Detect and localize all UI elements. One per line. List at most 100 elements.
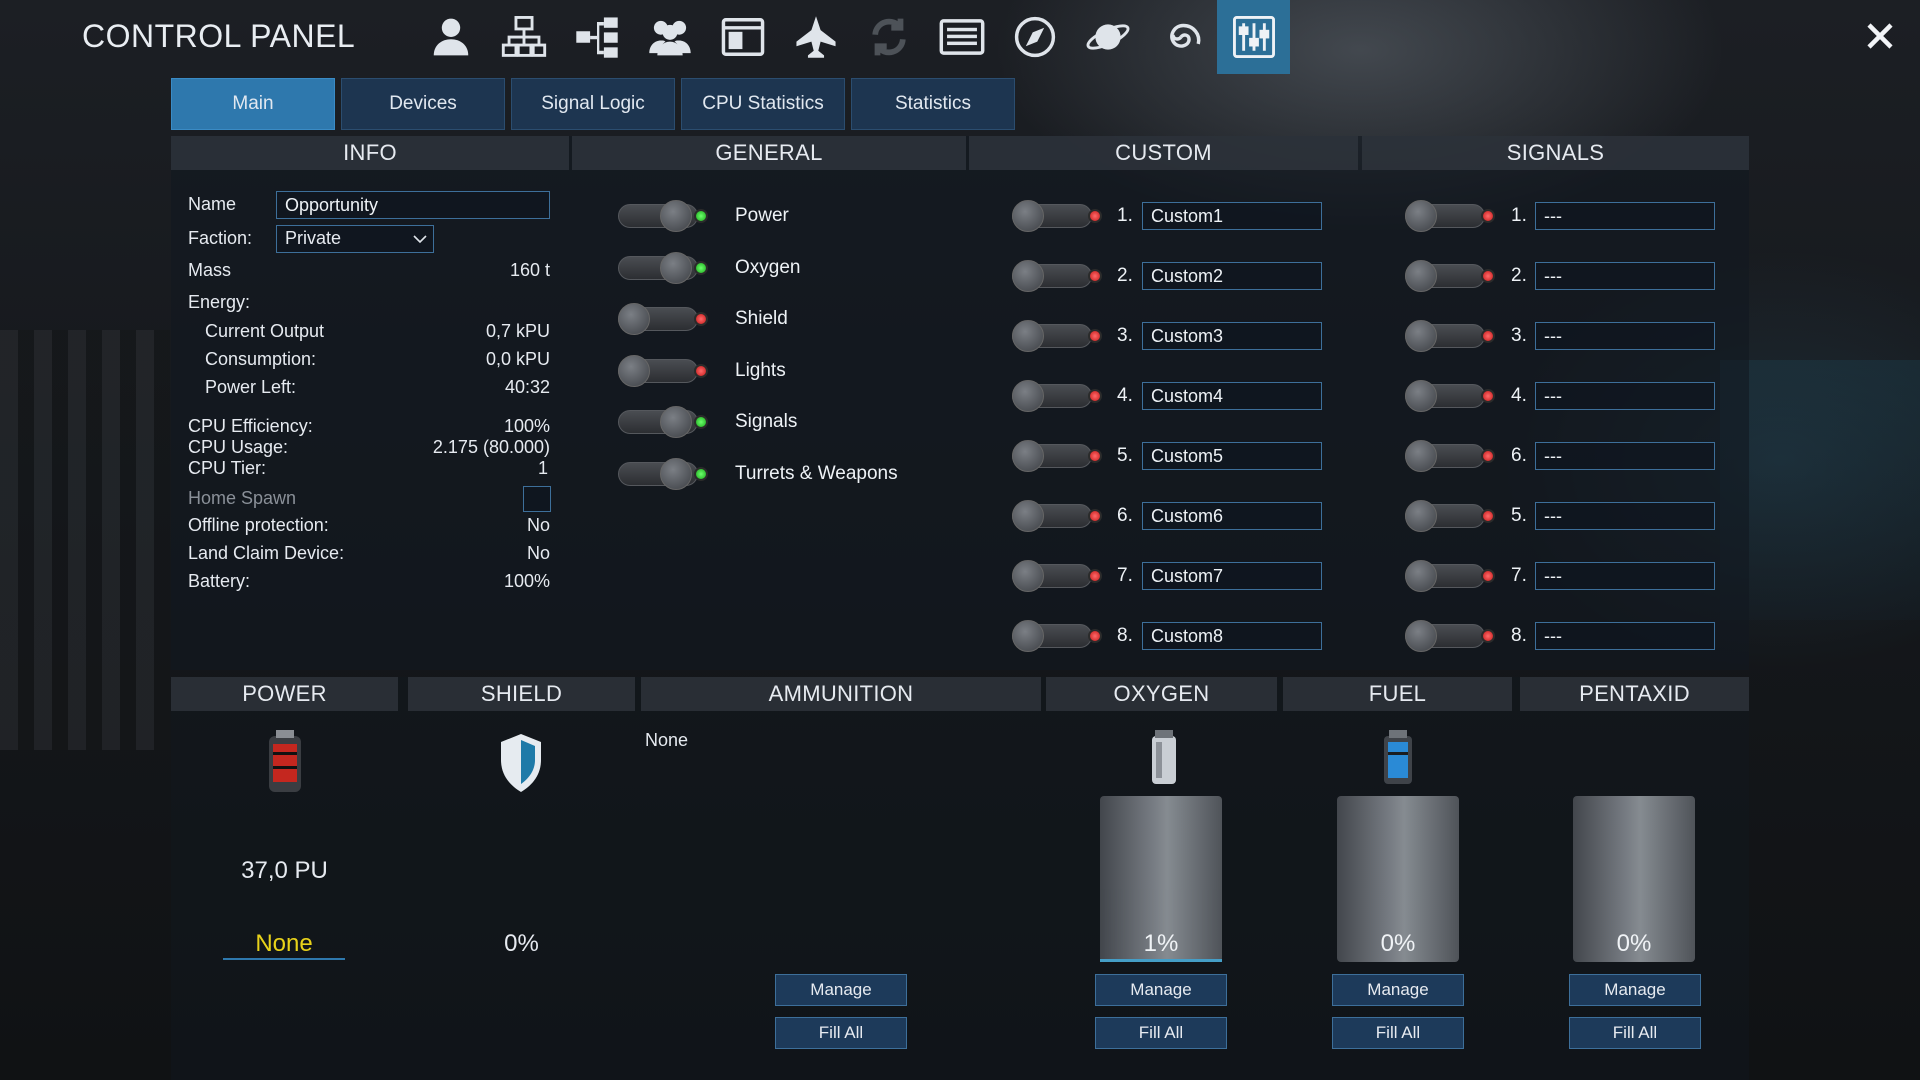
control-panel-icon[interactable] bbox=[1217, 0, 1290, 74]
custom-toggle-3[interactable] bbox=[1012, 380, 1102, 412]
signals-name-field[interactable]: --- bbox=[1535, 202, 1715, 230]
ammunition-value: None bbox=[645, 730, 689, 750]
shield-icon bbox=[501, 734, 541, 792]
battery-label: Battery: bbox=[188, 571, 251, 591]
custom-toggle-2[interactable] bbox=[1012, 320, 1102, 352]
faction-label: Faction: bbox=[188, 228, 253, 248]
user-icon[interactable] bbox=[414, 0, 487, 74]
tab-main[interactable]: Main bbox=[171, 78, 335, 130]
toggle-knob bbox=[1012, 500, 1044, 532]
tab-devices[interactable]: Devices bbox=[341, 78, 505, 130]
tab-statistics[interactable]: Statistics bbox=[851, 78, 1015, 130]
pentaxid-fill-all-button[interactable]: Fill All bbox=[1569, 1017, 1701, 1049]
signals-name-field[interactable]: --- bbox=[1535, 622, 1715, 650]
status-off-icon bbox=[1088, 389, 1102, 403]
signals-toggle-4[interactable] bbox=[1405, 440, 1495, 472]
oxygen-fill-all-button[interactable]: Fill All bbox=[1095, 1017, 1227, 1049]
tree-icon[interactable] bbox=[560, 0, 633, 74]
toggle-knob bbox=[1012, 620, 1044, 652]
custom-name-field[interactable]: Custom8 bbox=[1142, 622, 1322, 650]
general-toggle-0[interactable] bbox=[618, 200, 708, 232]
status-on-icon bbox=[694, 209, 708, 223]
tab-bar: Main Devices Signal Logic CPU Statistics… bbox=[171, 78, 1021, 130]
custom-name-field[interactable]: Custom5 bbox=[1142, 442, 1322, 470]
list-icon[interactable] bbox=[925, 0, 998, 74]
custom-toggle-7[interactable] bbox=[1012, 620, 1102, 652]
signals-toggle-5[interactable] bbox=[1405, 500, 1495, 532]
mass-value: 160 t bbox=[509, 260, 550, 280]
signals-name-field[interactable]: --- bbox=[1535, 442, 1715, 470]
signals-name-field[interactable]: --- bbox=[1535, 382, 1715, 410]
general-toggle-3[interactable] bbox=[618, 354, 708, 387]
close-icon[interactable] bbox=[1858, 14, 1902, 58]
toggle-knob bbox=[1405, 380, 1437, 412]
window-icon[interactable] bbox=[706, 0, 779, 74]
fuel-fill-all-button[interactable]: Fill All bbox=[1332, 1017, 1464, 1049]
signals-name-field[interactable]: --- bbox=[1535, 322, 1715, 350]
group-icon[interactable] bbox=[633, 0, 706, 74]
signals-number: 4. bbox=[1511, 385, 1527, 406]
galaxy-icon[interactable] bbox=[1144, 0, 1217, 74]
custom-number: 3. bbox=[1117, 325, 1133, 346]
custom-toggle-0[interactable] bbox=[1012, 200, 1102, 232]
output-value: 0,7 kPU bbox=[485, 321, 550, 341]
toggle-knob bbox=[1012, 560, 1044, 592]
custom-toggle-4[interactable] bbox=[1012, 440, 1102, 472]
signals-name-field[interactable]: --- bbox=[1535, 562, 1715, 590]
signals-toggle-1[interactable] bbox=[1405, 260, 1495, 292]
ammunition-fill-all-button[interactable]: Fill All bbox=[775, 1017, 907, 1049]
custom-name-field[interactable]: Custom2 bbox=[1142, 262, 1322, 290]
name-field[interactable] bbox=[276, 191, 550, 219]
compass-icon[interactable] bbox=[998, 0, 1071, 74]
consumption-value: 0,0 kPU bbox=[485, 349, 550, 369]
ammunition-manage-button[interactable]: Manage bbox=[775, 974, 907, 1006]
status-off-icon bbox=[1481, 569, 1495, 583]
signals-name-field[interactable]: --- bbox=[1535, 262, 1715, 290]
energy-label: Energy: bbox=[188, 292, 251, 312]
tab-signal-logic[interactable]: Signal Logic bbox=[511, 78, 675, 130]
network-icon[interactable] bbox=[487, 0, 560, 74]
custom-name-field[interactable]: Custom3 bbox=[1142, 322, 1322, 350]
cpu-usage-value: 2.175 (80.000) bbox=[432, 437, 550, 457]
custom-toggle-1[interactable] bbox=[1012, 260, 1102, 292]
signals-toggle-6[interactable] bbox=[1405, 560, 1495, 592]
signals-toggle-0[interactable] bbox=[1405, 200, 1495, 232]
general-toggle-5[interactable] bbox=[618, 457, 708, 490]
status-off-icon bbox=[1088, 629, 1102, 643]
tab-cpu-statistics[interactable]: CPU Statistics bbox=[681, 78, 845, 130]
custom-name-field[interactable]: Custom4 bbox=[1142, 382, 1322, 410]
signals-toggle-7[interactable] bbox=[1405, 620, 1495, 652]
fuel-manage-button[interactable]: Manage bbox=[1332, 974, 1464, 1006]
oxygen-manage-button[interactable]: Manage bbox=[1095, 974, 1227, 1006]
signals-number: 1. bbox=[1511, 205, 1527, 226]
ship-icon[interactable] bbox=[779, 0, 852, 74]
signals-number: 7. bbox=[1511, 565, 1527, 586]
home-spawn-checkbox[interactable] bbox=[523, 486, 551, 512]
offline-protection-label: Offline protection: bbox=[188, 515, 329, 535]
custom-toggle-6[interactable] bbox=[1012, 560, 1102, 592]
consumption-label: Consumption: bbox=[205, 349, 317, 369]
signals-number: 5. bbox=[1511, 505, 1527, 526]
custom-name-field[interactable]: Custom1 bbox=[1142, 202, 1322, 230]
pentaxid-manage-button[interactable]: Manage bbox=[1569, 974, 1701, 1006]
general-toggle-4[interactable] bbox=[618, 406, 708, 438]
oxygen-header: OXYGEN bbox=[1046, 677, 1277, 711]
refresh-icon[interactable] bbox=[852, 0, 925, 74]
signals-toggle-3[interactable] bbox=[1405, 380, 1495, 412]
window-title: CONTROL PANEL bbox=[82, 18, 356, 54]
toggle-knob bbox=[1012, 380, 1044, 412]
status-on-icon bbox=[694, 466, 708, 481]
general-toggle-1[interactable] bbox=[618, 251, 708, 284]
chevron-down-icon bbox=[413, 235, 427, 244]
powerleft-label: Power Left: bbox=[205, 377, 297, 397]
cpu-usage-label: CPU Usage: bbox=[188, 437, 289, 457]
custom-toggle-5[interactable] bbox=[1012, 500, 1102, 532]
custom-name-field[interactable]: Custom7 bbox=[1142, 562, 1322, 590]
signals-name-field[interactable]: --- bbox=[1535, 502, 1715, 530]
signals-toggle-2[interactable] bbox=[1405, 320, 1495, 352]
pentaxid-percent: 0% bbox=[1616, 930, 1652, 957]
planet-icon[interactable] bbox=[1071, 0, 1144, 74]
general-toggle-2[interactable] bbox=[618, 303, 708, 335]
custom-name-field[interactable]: Custom6 bbox=[1142, 502, 1322, 530]
faction-dropdown[interactable]: Private bbox=[276, 225, 434, 253]
